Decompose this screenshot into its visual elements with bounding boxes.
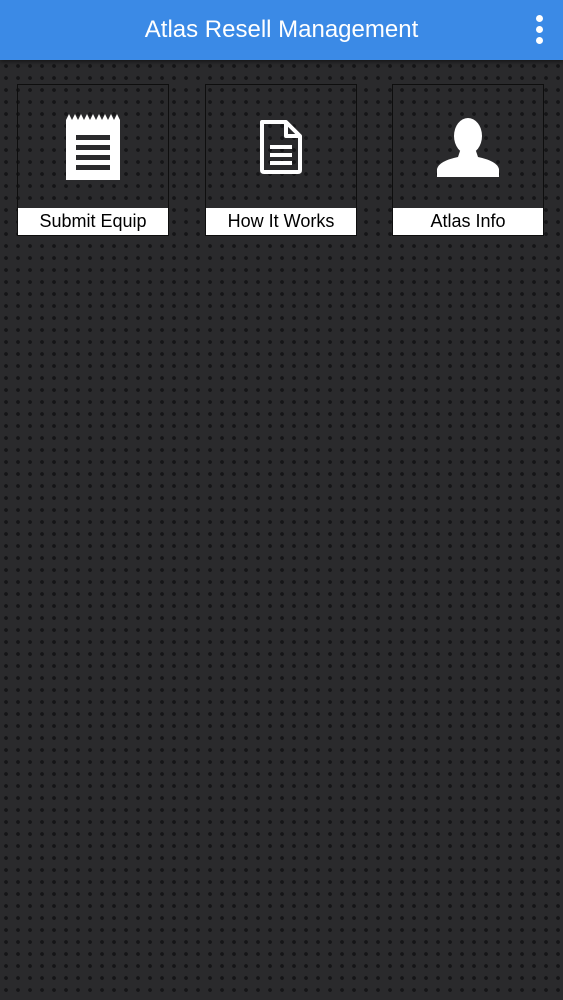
tile-label: How It Works [206, 208, 356, 235]
tile-icon-area [393, 85, 543, 209]
menu-dot [535, 36, 543, 44]
menu-dot [535, 25, 543, 33]
how-it-works-tile[interactable]: How It Works [205, 84, 357, 236]
app-bar: Atlas Resell Management [0, 0, 563, 60]
tile-label: Atlas Info [393, 208, 543, 235]
tile-icon-area [206, 85, 356, 209]
document-icon [260, 120, 302, 174]
receipt-list-icon [66, 114, 120, 180]
tile-icon-area [18, 85, 168, 209]
menu-dot [535, 14, 543, 22]
tile-label: Submit Equip [18, 208, 168, 235]
submit-equip-tile[interactable]: Submit Equip [17, 84, 169, 236]
atlas-info-tile[interactable]: Atlas Info [392, 84, 544, 236]
more-vertical-icon[interactable] [527, 12, 551, 46]
app-title: Atlas Resell Management [144, 16, 419, 43]
person-icon [437, 118, 499, 177]
